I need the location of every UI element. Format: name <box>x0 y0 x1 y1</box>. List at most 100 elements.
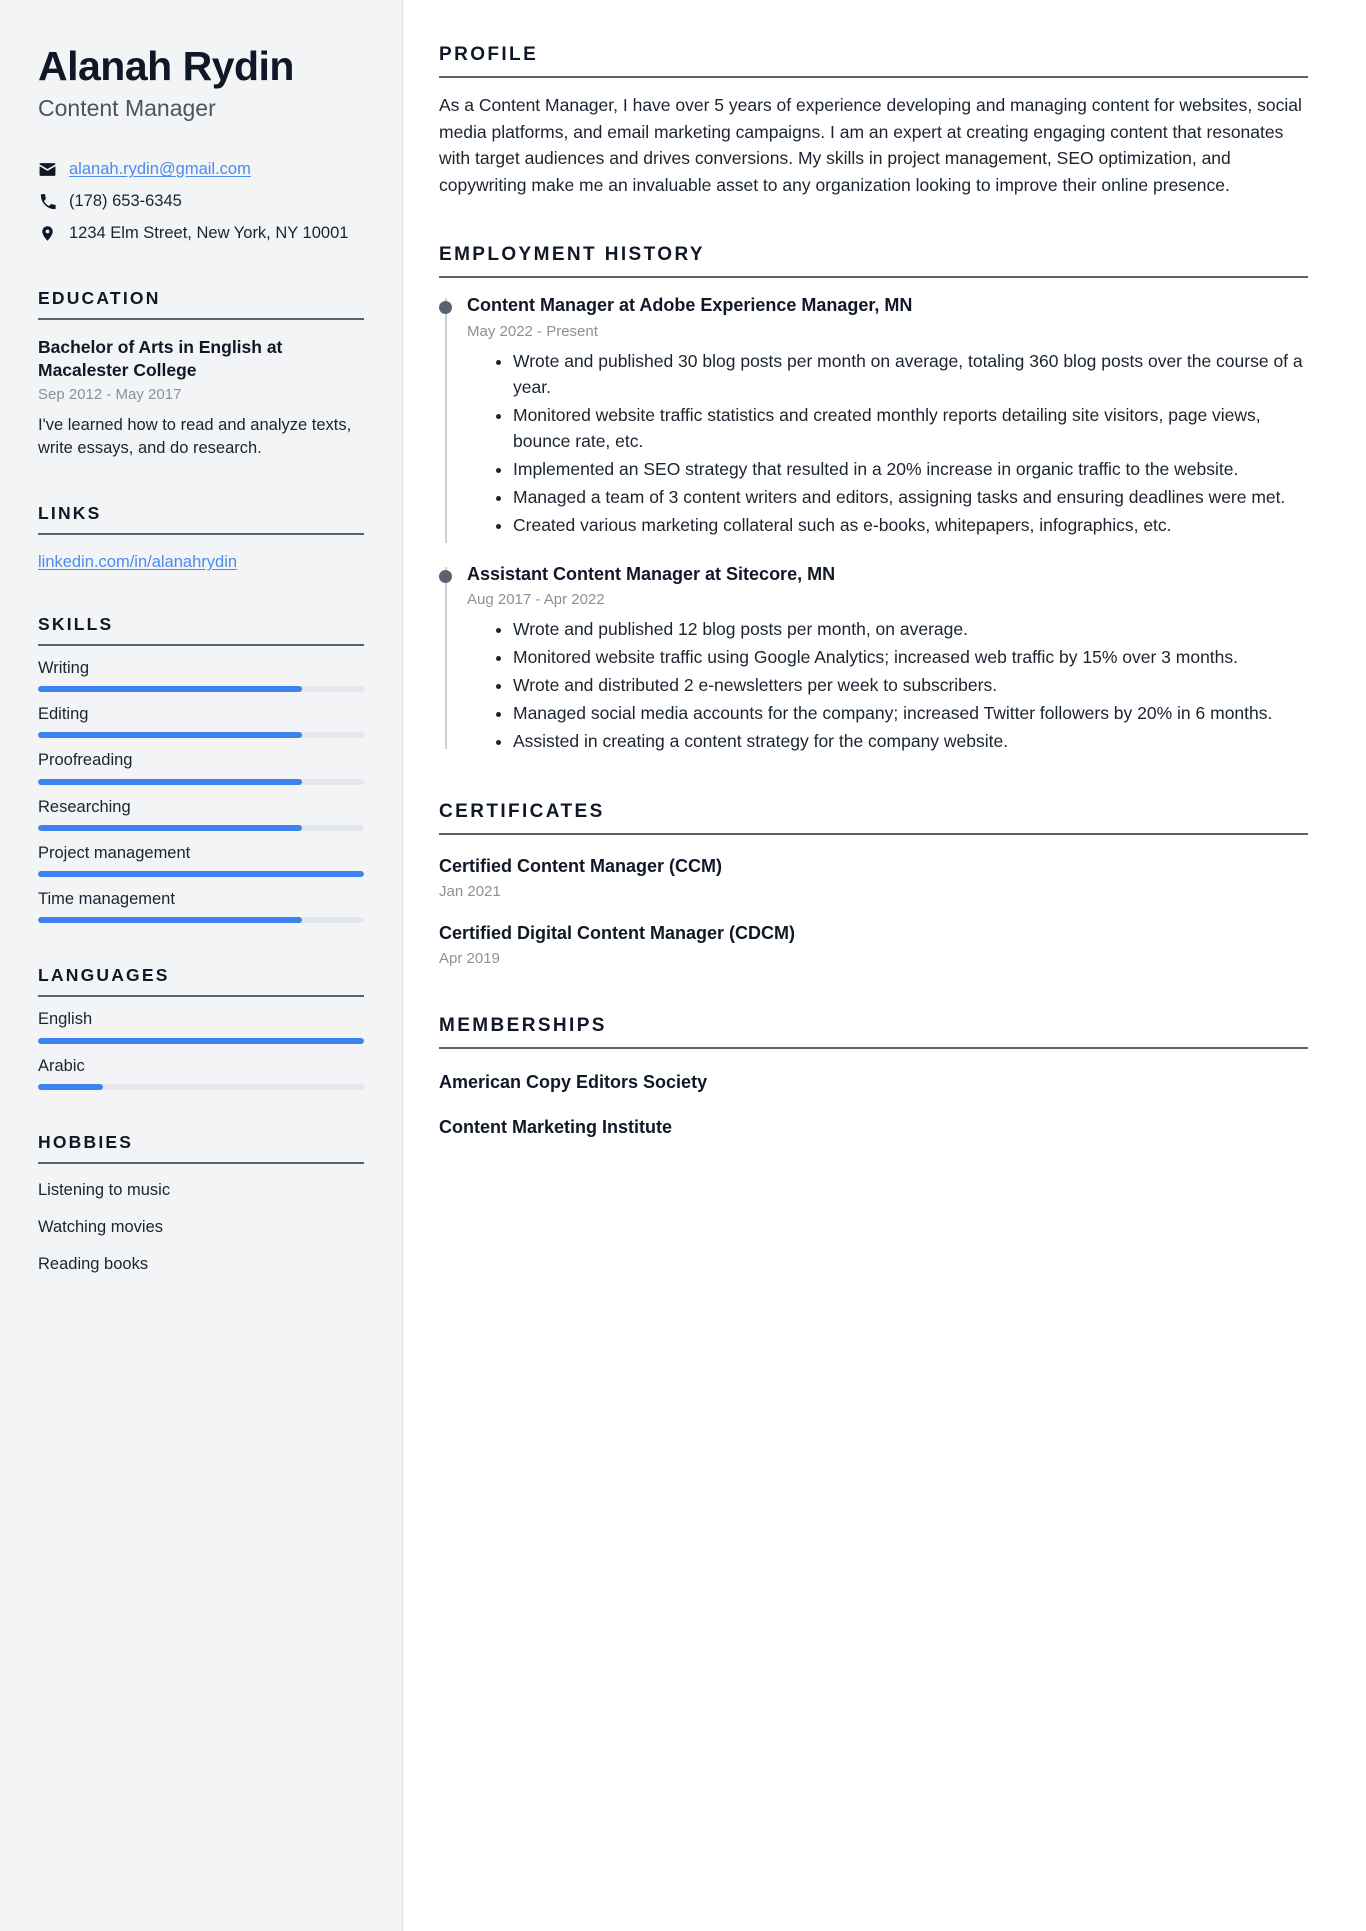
skills-section: SKILLS Writing Editing Proofreading Researc… <box>38 614 364 924</box>
section-divider <box>38 1161 364 1164</box>
employment-bullet: Wrote and distributed 2 e-newsletters pe… <box>493 673 1308 699</box>
links-section: LINKS linkedin.com/in/alanahrydin <box>38 503 364 572</box>
language-item: Arabic <box>38 1055 364 1090</box>
links-heading: LINKS <box>38 502 102 523</box>
skill-item: Project management <box>38 842 364 878</box>
certificate-item: Certified Digital Content Manager (CDCM)… <box>439 922 1308 969</box>
skill-item: Time management <box>38 888 364 924</box>
section-divider <box>38 643 364 646</box>
employment-bullet: Monitored website traffic using Google A… <box>493 645 1308 671</box>
language-level-bar <box>38 1083 364 1090</box>
education-section: EDUCATION Bachelor of Arts in English at… <box>38 288 364 461</box>
contact-value: 1234 Elm Street, New York, NY 10001 <box>69 224 349 243</box>
hobbies-heading: HOBBIES <box>38 1131 134 1152</box>
section-divider <box>439 76 1308 78</box>
employment-section: EMPLOYMENT HISTORY Content Manager at Ad… <box>439 244 1308 754</box>
employment-bullet-list: Wrote and published 30 blog posts per mo… <box>467 349 1308 538</box>
profile-link[interactable]: linkedin.com/in/alanahrydin <box>38 553 237 572</box>
skill-level-bar <box>38 824 364 831</box>
main-column: PROFILE As a Content Manager, I have ove… <box>403 0 1366 1931</box>
certificates-list: Certified Content Manager (CCM) Jan 2021 C… <box>439 855 1308 969</box>
languages-list: English Arabic <box>38 1008 364 1090</box>
section-divider <box>38 995 364 998</box>
memberships-heading: MEMBERSHIPS <box>439 1014 607 1036</box>
candidate-job-title: Content Manager <box>38 94 216 121</box>
certificate-name: Certified Content Manager (CCM) <box>439 855 722 876</box>
skill-level-bar <box>38 871 364 878</box>
contact-list: alanah.rydin@gmail.com (178) 653-6345 1234… <box>38 158 364 246</box>
skill-label: Proofreading <box>38 751 133 770</box>
employment-item: Content Manager at Adobe Experience Mana… <box>439 294 1308 543</box>
candidate-name: Alanah Rydin <box>38 43 294 89</box>
level-fill <box>38 871 364 878</box>
skill-label: Researching <box>38 797 131 816</box>
employment-dates: May 2022 - Present <box>467 322 598 340</box>
skill-label: Project management <box>38 843 191 862</box>
skill-label: Writing <box>38 658 90 677</box>
education-list: Bachelor of Arts in English at Macaleste… <box>38 336 364 461</box>
timeline-dot-icon <box>439 301 452 315</box>
certificates-section: CERTIFICATES Certified Content Manager (… <box>439 801 1308 969</box>
education-degree: Bachelor of Arts in English at Macaleste… <box>38 336 283 380</box>
education-dates: Sep 2012 - May 2017 <box>38 386 182 404</box>
language-label: Arabic <box>38 1056 85 1075</box>
skill-level-bar <box>38 778 364 785</box>
skill-label: Time management <box>38 890 175 909</box>
skill-level-bar <box>38 685 364 692</box>
education-item: Bachelor of Arts in English at Macaleste… <box>38 336 364 461</box>
employment-bullet: Assisted in creating a content strategy … <box>493 729 1308 755</box>
education-heading: EDUCATION <box>38 287 161 308</box>
skill-label: Editing <box>38 704 89 723</box>
skills-heading: SKILLS <box>38 613 114 634</box>
hobby-item: Reading books <box>38 1255 149 1274</box>
level-fill <box>38 778 303 785</box>
hobby-item: Listening to music <box>38 1180 171 1199</box>
certificate-date: Jan 2021 <box>439 883 501 901</box>
envelope-icon <box>38 160 57 179</box>
memberships-list: American Copy Editors Society Content Mar… <box>439 1071 1308 1140</box>
level-fill <box>38 1037 364 1044</box>
employment-bullet: Implemented an SEO strategy that resulte… <box>493 457 1308 483</box>
employment-bullet: Managed social media accounts for the co… <box>493 701 1308 727</box>
employment-bullet: Monitored website traffic statistics and… <box>493 403 1308 455</box>
profile-section: PROFILE As a Content Manager, I have ove… <box>439 44 1308 198</box>
level-fill <box>38 824 303 831</box>
certificate-item: Certified Content Manager (CCM) Jan 2021 <box>439 855 1308 902</box>
membership-item: Content Marketing Institute <box>439 1117 672 1138</box>
contact-row: 1234 Elm Street, New York, NY 10001 <box>38 222 364 246</box>
certificate-name: Certified Digital Content Manager (CDCM) <box>439 922 796 943</box>
employment-role: Assistant Content Manager at Sitecore, M… <box>467 563 836 584</box>
hobbies-list: Listening to music Watching movies Reading… <box>38 1179 364 1276</box>
level-fill <box>38 1083 104 1090</box>
languages-section: LANGUAGES English Arabic <box>38 965 364 1090</box>
skills-list: Writing Editing Proofreading Researching Pro… <box>38 657 364 924</box>
skill-level-bar <box>38 732 364 739</box>
timeline-line <box>444 566 447 749</box>
timeline-dot-icon <box>439 569 452 583</box>
hobby-item: Watching movies <box>38 1218 164 1237</box>
profile-text: As a Content Manager, I have over 5 year… <box>439 95 1302 195</box>
memberships-section: MEMBERSHIPS American Copy Editors Societ… <box>439 1015 1308 1140</box>
contact-value[interactable]: alanah.rydin@gmail.com <box>69 158 251 180</box>
section-divider <box>439 1046 1308 1049</box>
employment-role: Content Manager at Adobe Experience Mana… <box>467 295 913 316</box>
section-divider <box>38 317 364 320</box>
skill-item: Researching <box>38 796 364 831</box>
skill-item: Writing <box>38 657 364 692</box>
employment-bullet: Created various marketing collateral suc… <box>493 513 1308 539</box>
contact-row[interactable]: alanah.rydin@gmail.com <box>38 158 364 182</box>
resume-page: Alanah Rydin Content Manager alanah.rydi… <box>0 0 1366 1931</box>
level-fill <box>38 917 303 924</box>
section-divider <box>439 276 1308 279</box>
level-fill <box>38 685 303 692</box>
education-description: I've learned how to read and analyze tex… <box>38 415 352 458</box>
skill-item: Proofreading <box>38 749 364 785</box>
certificates-heading: CERTIFICATES <box>439 800 605 822</box>
section-divider <box>439 832 1308 835</box>
location-pin-icon <box>38 224 57 243</box>
membership-item: American Copy Editors Society <box>439 1071 708 1092</box>
hobbies-section: HOBBIES Listening to music Watching movie… <box>38 1132 364 1276</box>
employment-bullet-list: Wrote and published 12 blog posts per mo… <box>467 617 1308 754</box>
contact-row: (178) 653-6345 <box>38 190 364 214</box>
